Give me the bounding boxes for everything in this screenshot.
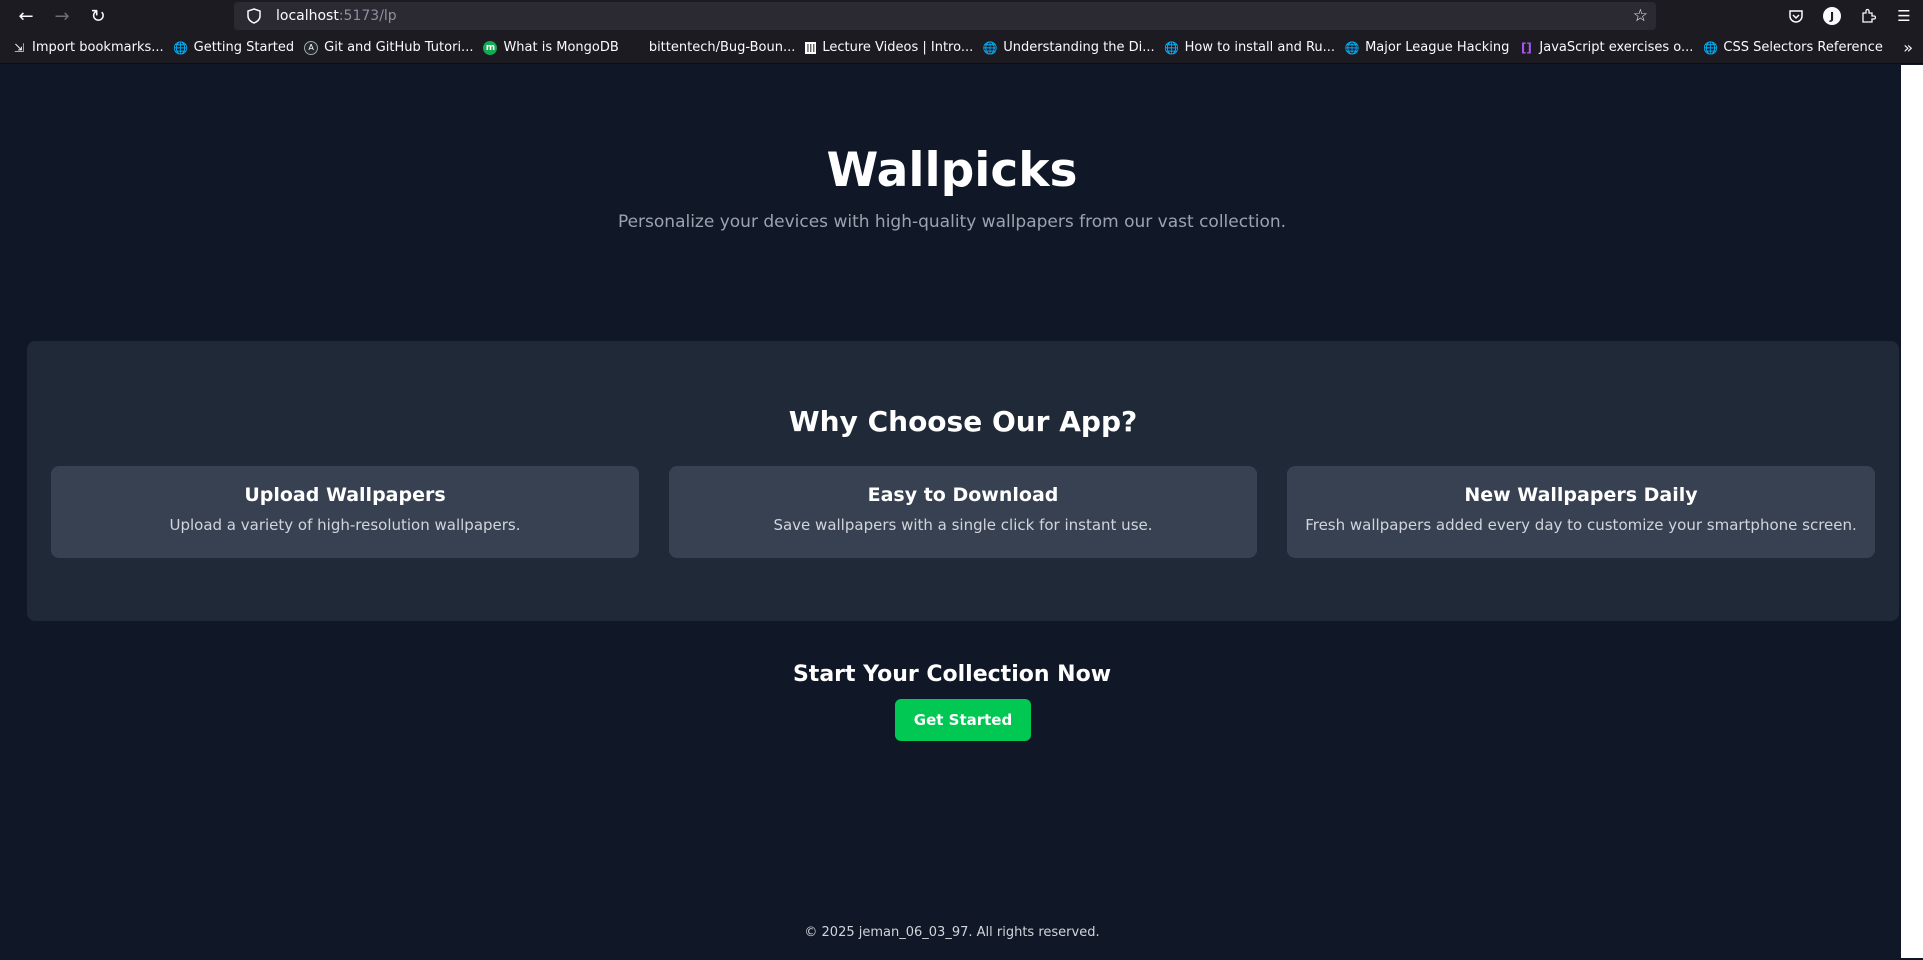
bookmark-label: What is MongoDB (503, 40, 619, 55)
url-path: :5173/lp (338, 8, 397, 24)
import-icon: ⇲ (13, 40, 25, 55)
reload-icon[interactable]: ↻ (80, 0, 116, 32)
globe-icon: 🌐 (1164, 40, 1180, 55)
bookmark-item[interactable]: ⇲ Import bookmarks... (12, 40, 164, 55)
globe-icon: 🌐 (173, 40, 189, 55)
account-icon[interactable]: J (1819, 3, 1845, 29)
bookmark-item[interactable]: A Git and GitHub Tutori... (304, 40, 473, 55)
feature-card-title: New Wallpapers Daily (1464, 484, 1698, 506)
feature-card-title: Easy to Download (867, 484, 1059, 506)
footer-copyright: © 2025 jeman_06_03_97. All rights reserv… (804, 925, 1100, 940)
features-title: Why Choose Our App? (788, 405, 1138, 438)
url-host: localhost (276, 8, 339, 24)
pocket-icon[interactable] (1783, 3, 1809, 29)
back-icon[interactable]: ← (8, 0, 44, 32)
mongodb-icon: m (483, 40, 498, 55)
bookmark-label: Git and GitHub Tutori... (324, 40, 474, 55)
forward-icon[interactable]: → (44, 0, 80, 32)
bookmark-label: How to install and Ru... (1184, 40, 1336, 55)
hero-subtitle: Personalize your devices with high-quali… (617, 212, 1287, 232)
bookmark-star-icon[interactable]: ☆ (1633, 6, 1648, 26)
url-text[interactable]: localhost:5173/lp (276, 8, 397, 24)
cta-title: Start Your Collection Now (792, 662, 1112, 687)
menu-icon[interactable]: ☰ (1891, 3, 1917, 29)
bookmark-label: Getting Started (193, 40, 295, 55)
features-section: Why Choose Our App? Upload Wallpapers Up… (27, 341, 1899, 621)
globe-icon: 🌐 (982, 40, 998, 55)
bookmark-item[interactable]: m What is MongoDB (483, 40, 619, 55)
scrollbar-gutter[interactable] (1901, 65, 1923, 958)
bookmark-label: Understanding the Di... (1003, 40, 1155, 55)
globe-icon: 🌐 (1344, 40, 1360, 55)
feature-card-text: Save wallpapers with a single click for … (773, 516, 1153, 534)
bookmark-item[interactable]: bittentech/Bug-Boun... (629, 40, 796, 55)
bookmark-item[interactable]: 🌐 How to install and Ru... (1164, 40, 1336, 55)
git-icon: A (304, 40, 319, 55)
bookmark-item[interactable]: [] JavaScript exercises o... (1519, 40, 1693, 55)
feature-card-download: Easy to Download Save wallpapers with a … (669, 466, 1257, 558)
bookmark-item[interactable]: 🌐 Major League Hacking (1344, 40, 1510, 55)
feature-card-text: Fresh wallpapers added every day to cust… (1305, 516, 1857, 534)
bookmark-item[interactable]: 🌐 Understanding the Di... (982, 40, 1155, 55)
bookmarks-bar: ⇲ Import bookmarks... 🌐 Getting Started AG… (0, 32, 1923, 64)
tracking-shield-icon[interactable] (242, 8, 266, 24)
bookmark-label: CSS Selectors Reference (1723, 40, 1883, 55)
landing-page: Wallpicks Personalize your devices with … (3, 65, 1901, 958)
feature-card-title: Upload Wallpapers (244, 484, 446, 506)
globe-icon: 🌐 (1702, 40, 1718, 55)
bookmark-label: bittentech/Bug-Boun... (648, 40, 796, 55)
browser-toolbar: ← → ↻ localhost:5173/lp ☆ J ☰ (0, 0, 1923, 960)
bookmark-label: Major League Hacking (1365, 40, 1510, 55)
feature-card-text: Upload a variety of high-resolution wall… (169, 516, 521, 534)
bookmark-label: JavaScript exercises o... (1539, 40, 1694, 55)
feature-card-daily: New Wallpapers Daily Fresh wallpapers ad… (1287, 466, 1875, 558)
mit-icon: ||| (805, 41, 817, 54)
page-title: Wallpicks (826, 143, 1078, 198)
bookmark-label: Lecture Videos | Intro... (822, 40, 974, 55)
js-icon: [] (1520, 40, 1532, 55)
url-bar[interactable]: localhost:5173/lp ☆ (234, 2, 1656, 960)
bookmark-item[interactable]: 🌐 Getting Started (173, 40, 295, 55)
avatar: J (1823, 7, 1841, 25)
get-started-button[interactable]: Get Started (895, 699, 1031, 741)
bookmark-label: Import bookmarks... (32, 40, 164, 55)
bookmark-item[interactable]: 🌐 CSS Selectors Reference (1703, 40, 1883, 55)
chevron-double-right-icon[interactable]: » (1903, 38, 1913, 57)
github-icon (629, 41, 643, 55)
extensions-icon[interactable] (1855, 3, 1881, 29)
bookmark-item[interactable]: ||| Lecture Videos | Intro... (805, 40, 973, 55)
feature-card-upload: Upload Wallpapers Upload a variety of hi… (51, 466, 639, 558)
